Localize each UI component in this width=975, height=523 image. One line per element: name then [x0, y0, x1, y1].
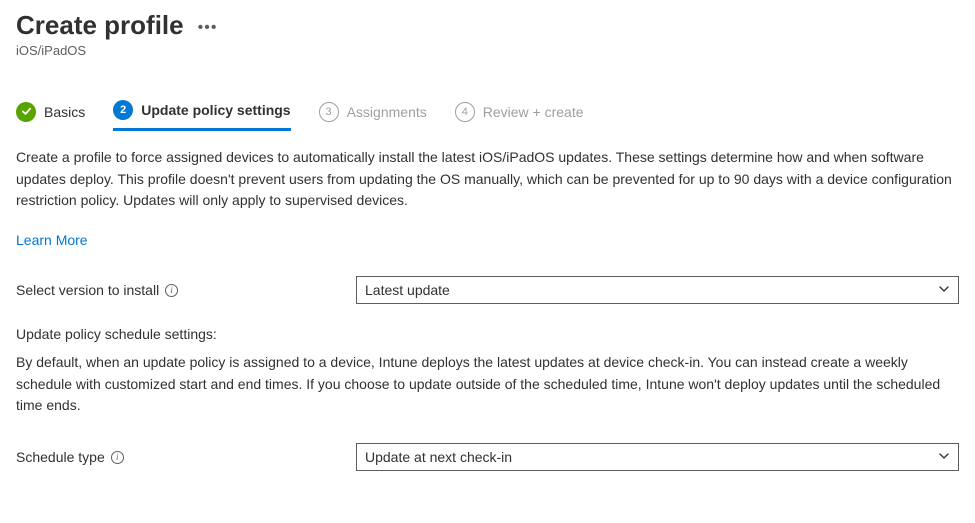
select-value: Latest update	[365, 282, 450, 298]
tab-label: Assignments	[347, 104, 427, 120]
step-number-icon: 4	[455, 102, 475, 122]
step-number-icon: 2	[113, 100, 133, 120]
wizard-tabs: Basics 2 Update policy settings 3 Assign…	[16, 100, 959, 131]
page-subtitle: iOS/iPadOS	[16, 43, 959, 58]
info-icon[interactable]: i	[111, 451, 124, 464]
tab-assignments[interactable]: 3 Assignments	[319, 102, 427, 130]
learn-more-link[interactable]: Learn More	[16, 232, 88, 248]
select-version-label: Select version to install i	[16, 282, 356, 298]
tab-update-policy-settings[interactable]: 2 Update policy settings	[113, 100, 290, 131]
tab-review-create[interactable]: 4 Review + create	[455, 102, 584, 130]
select-version-dropdown[interactable]: Latest update	[356, 276, 959, 304]
tab-label: Basics	[44, 104, 85, 120]
checkmark-icon	[16, 102, 36, 122]
page-description: Create a profile to force assigned devic…	[16, 147, 956, 212]
schedule-description: By default, when an update policy is ass…	[16, 352, 956, 417]
tab-label: Update policy settings	[141, 102, 290, 118]
more-actions-icon[interactable]: •••	[198, 15, 218, 37]
schedule-type-dropdown[interactable]: Update at next check-in	[356, 443, 959, 471]
schedule-type-label: Schedule type i	[16, 449, 356, 465]
info-icon[interactable]: i	[165, 284, 178, 297]
schedule-section-heading: Update policy schedule settings:	[16, 326, 959, 342]
step-number-icon: 3	[319, 102, 339, 122]
select-value: Update at next check-in	[365, 449, 512, 465]
tab-basics[interactable]: Basics	[16, 102, 85, 130]
tab-label: Review + create	[483, 104, 584, 120]
chevron-down-icon	[938, 282, 950, 298]
chevron-down-icon	[938, 449, 950, 465]
page-title: Create profile	[16, 10, 184, 41]
